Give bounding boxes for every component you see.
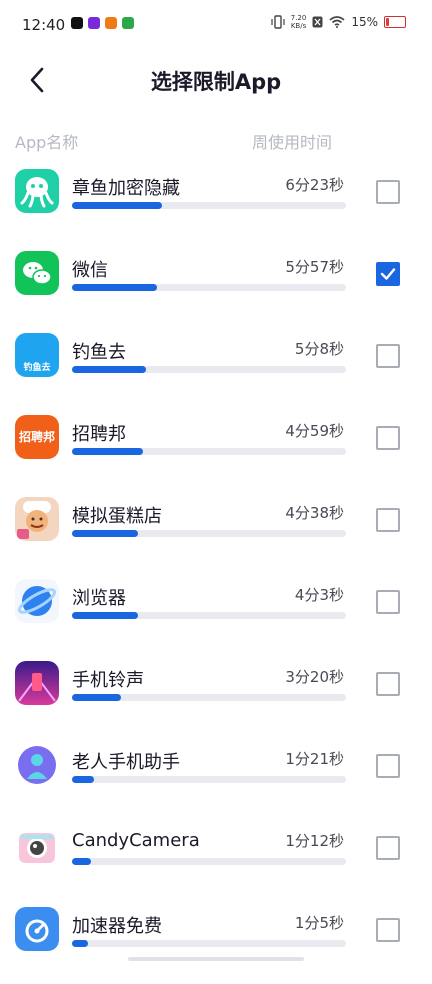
app-usage-time: 3分20秒 (285, 668, 344, 686)
app-row[interactable]: 浏览器 4分3秒 (0, 574, 432, 656)
usage-bar (72, 366, 346, 373)
elder-helper-icon (15, 743, 59, 787)
camera-icon (15, 825, 59, 869)
app-name: 招聘邦 (72, 424, 126, 445)
ringtone-icon (15, 661, 59, 705)
usage-bar (72, 202, 346, 209)
app-notification-icon (88, 17, 100, 29)
app-name: 模拟蛋糕店 (72, 506, 162, 527)
app-icon-text: 钓鱼去 (23, 363, 51, 373)
status-time: 12:40 (22, 16, 66, 34)
vibrate-icon (271, 15, 285, 29)
usage-bar-fill (72, 448, 144, 455)
app-name: 加速器免费 (72, 916, 162, 937)
app-row[interactable]: 手机铃声 3分20秒 (0, 656, 432, 738)
usage-bar-fill (72, 694, 122, 701)
status-bar: 12:40 7.20 KB/s 15% (0, 0, 432, 50)
app-checkbox[interactable] (376, 180, 400, 204)
usage-bar-fill (72, 202, 163, 209)
usage-bar-fill (72, 612, 138, 619)
check-icon (380, 268, 396, 280)
app-usage-time: 5分57秒 (285, 258, 344, 276)
usage-bar (72, 776, 346, 783)
fishing-icon: 钓鱼去 (15, 333, 59, 377)
app-usage-time: 1分5秒 (294, 914, 344, 932)
usage-bar (72, 940, 346, 947)
cake-shop-icon (15, 497, 59, 541)
app-checkbox[interactable] (376, 918, 400, 942)
usage-bar-fill (72, 940, 89, 947)
app-checkbox[interactable] (376, 590, 400, 614)
browser-icon (15, 579, 59, 623)
usage-bar-fill (72, 284, 157, 291)
app-checkbox[interactable] (376, 754, 400, 778)
usage-bar (72, 284, 346, 291)
app-row[interactable]: 钓鱼去 钓鱼去 5分8秒 (0, 328, 432, 410)
notification-icons (71, 17, 134, 29)
recruit-icon: 招聘邦 (15, 415, 59, 459)
app-row[interactable]: CandyCamera 1分12秒 (0, 820, 432, 902)
usage-bar (72, 694, 346, 701)
app-row[interactable]: 章鱼加密隐藏 6分23秒 (0, 164, 432, 246)
usage-bar-fill (72, 776, 94, 783)
status-right: 7.20 KB/s 15% (271, 14, 406, 30)
usage-bar (72, 612, 346, 619)
accelerator-icon (15, 907, 59, 951)
usage-bar (72, 858, 346, 865)
game-notification-icon (122, 17, 134, 29)
app-checkbox[interactable] (376, 836, 400, 860)
app-name: 章鱼加密隐藏 (72, 178, 180, 199)
usage-bar (72, 448, 346, 455)
battery-percent: 15% (351, 15, 378, 29)
shop-notification-icon (105, 17, 117, 29)
app-usage-time: 4分3秒 (294, 586, 344, 604)
app-row[interactable]: 老人手机助手 1分21秒 (0, 738, 432, 820)
app-name: 浏览器 (72, 588, 126, 609)
app-row[interactable]: 招聘邦 招聘邦 4分59秒 (0, 410, 432, 492)
app-name: 微信 (72, 260, 108, 281)
app-row[interactable]: 模拟蛋糕店 4分38秒 (0, 492, 432, 574)
wifi-icon (329, 16, 345, 28)
nav-bar: 选择限制App (0, 50, 432, 110)
app-checkbox[interactable] (376, 262, 400, 286)
app-checkbox[interactable] (376, 508, 400, 532)
app-usage-time: 5分8秒 (294, 340, 344, 358)
column-header-app-name: App名称 (15, 133, 79, 152)
battery-level (386, 18, 389, 26)
app-usage-time: 4分38秒 (285, 504, 344, 522)
app-usage-time: 6分23秒 (285, 176, 344, 194)
battery-icon (384, 16, 406, 28)
app-checkbox[interactable] (376, 344, 400, 368)
page-title: 选择限制App (150, 70, 282, 94)
app-checkbox[interactable] (376, 672, 400, 696)
app-checkbox[interactable] (376, 426, 400, 450)
app-name: CandyCamera (72, 830, 200, 851)
app-icon-text: 招聘邦 (18, 430, 55, 444)
wechat-icon (15, 251, 59, 295)
app-usage-time: 1分21秒 (285, 750, 344, 768)
home-indicator (128, 957, 304, 961)
sim-icon (312, 16, 323, 28)
app-name: 老人手机助手 (72, 752, 180, 773)
usage-bar-fill (72, 858, 92, 865)
app-name: 手机铃声 (72, 670, 144, 691)
app-usage-time: 4分59秒 (285, 422, 344, 440)
usage-bar-fill (72, 530, 138, 537)
usage-bar (72, 530, 346, 537)
column-header-weekly-time: 周使用时间 (252, 133, 333, 152)
app-row[interactable]: 加速器免费 1分5秒 (0, 902, 432, 984)
net-speed: 7.20 KB/s (290, 14, 307, 30)
octopus-icon (15, 169, 59, 213)
usage-bar-fill (72, 366, 146, 373)
app-usage-time: 1分12秒 (285, 832, 344, 850)
tiktok-notification-icon (71, 17, 83, 29)
app-row[interactable]: 微信 5分57秒 (0, 246, 432, 328)
app-name: 钓鱼去 (72, 342, 126, 363)
